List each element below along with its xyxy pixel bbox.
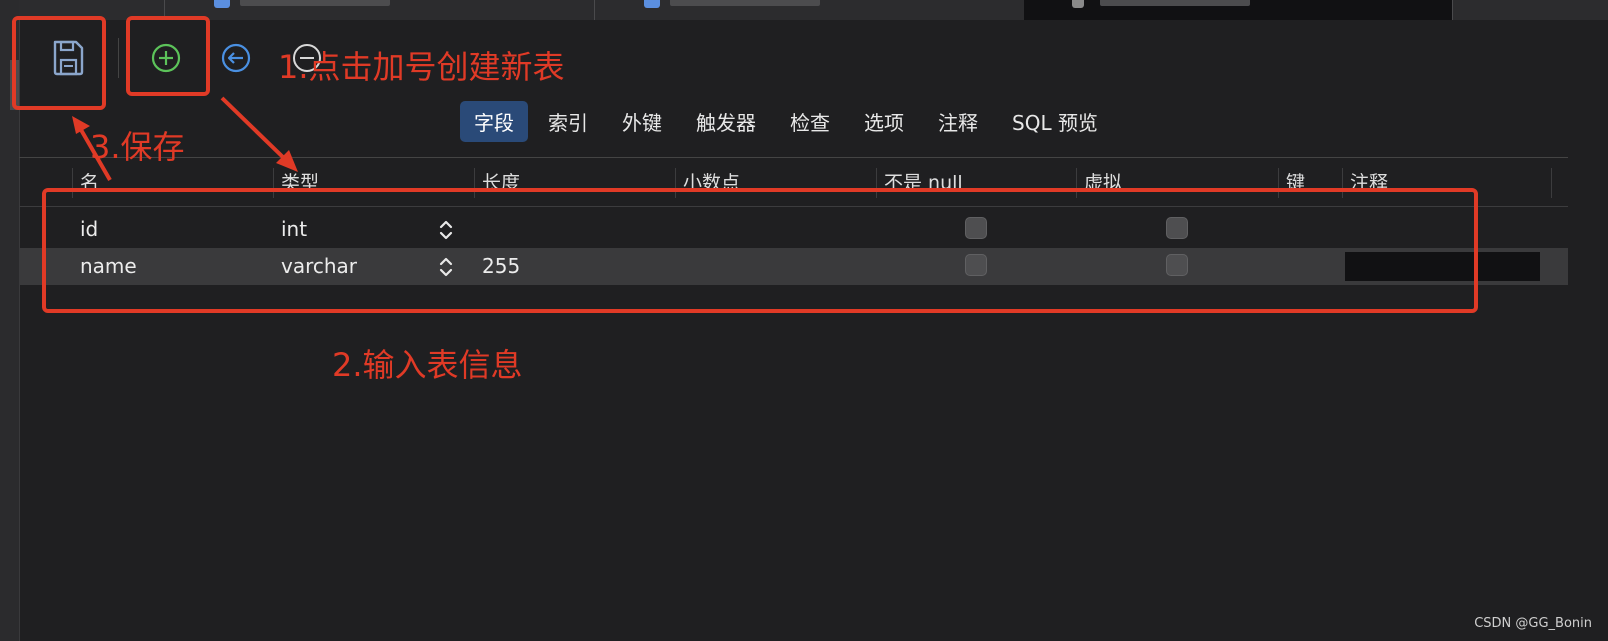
watermark: CSDN @GG_Bonin (1474, 616, 1592, 631)
annotation-step-1: 1.点击加号创建新表 (278, 48, 565, 86)
annotation-step-3: 3.保存 (90, 128, 185, 166)
annotation-arrows (72, 96, 298, 181)
annotation-step-2: 2.输入表信息 (332, 346, 523, 384)
